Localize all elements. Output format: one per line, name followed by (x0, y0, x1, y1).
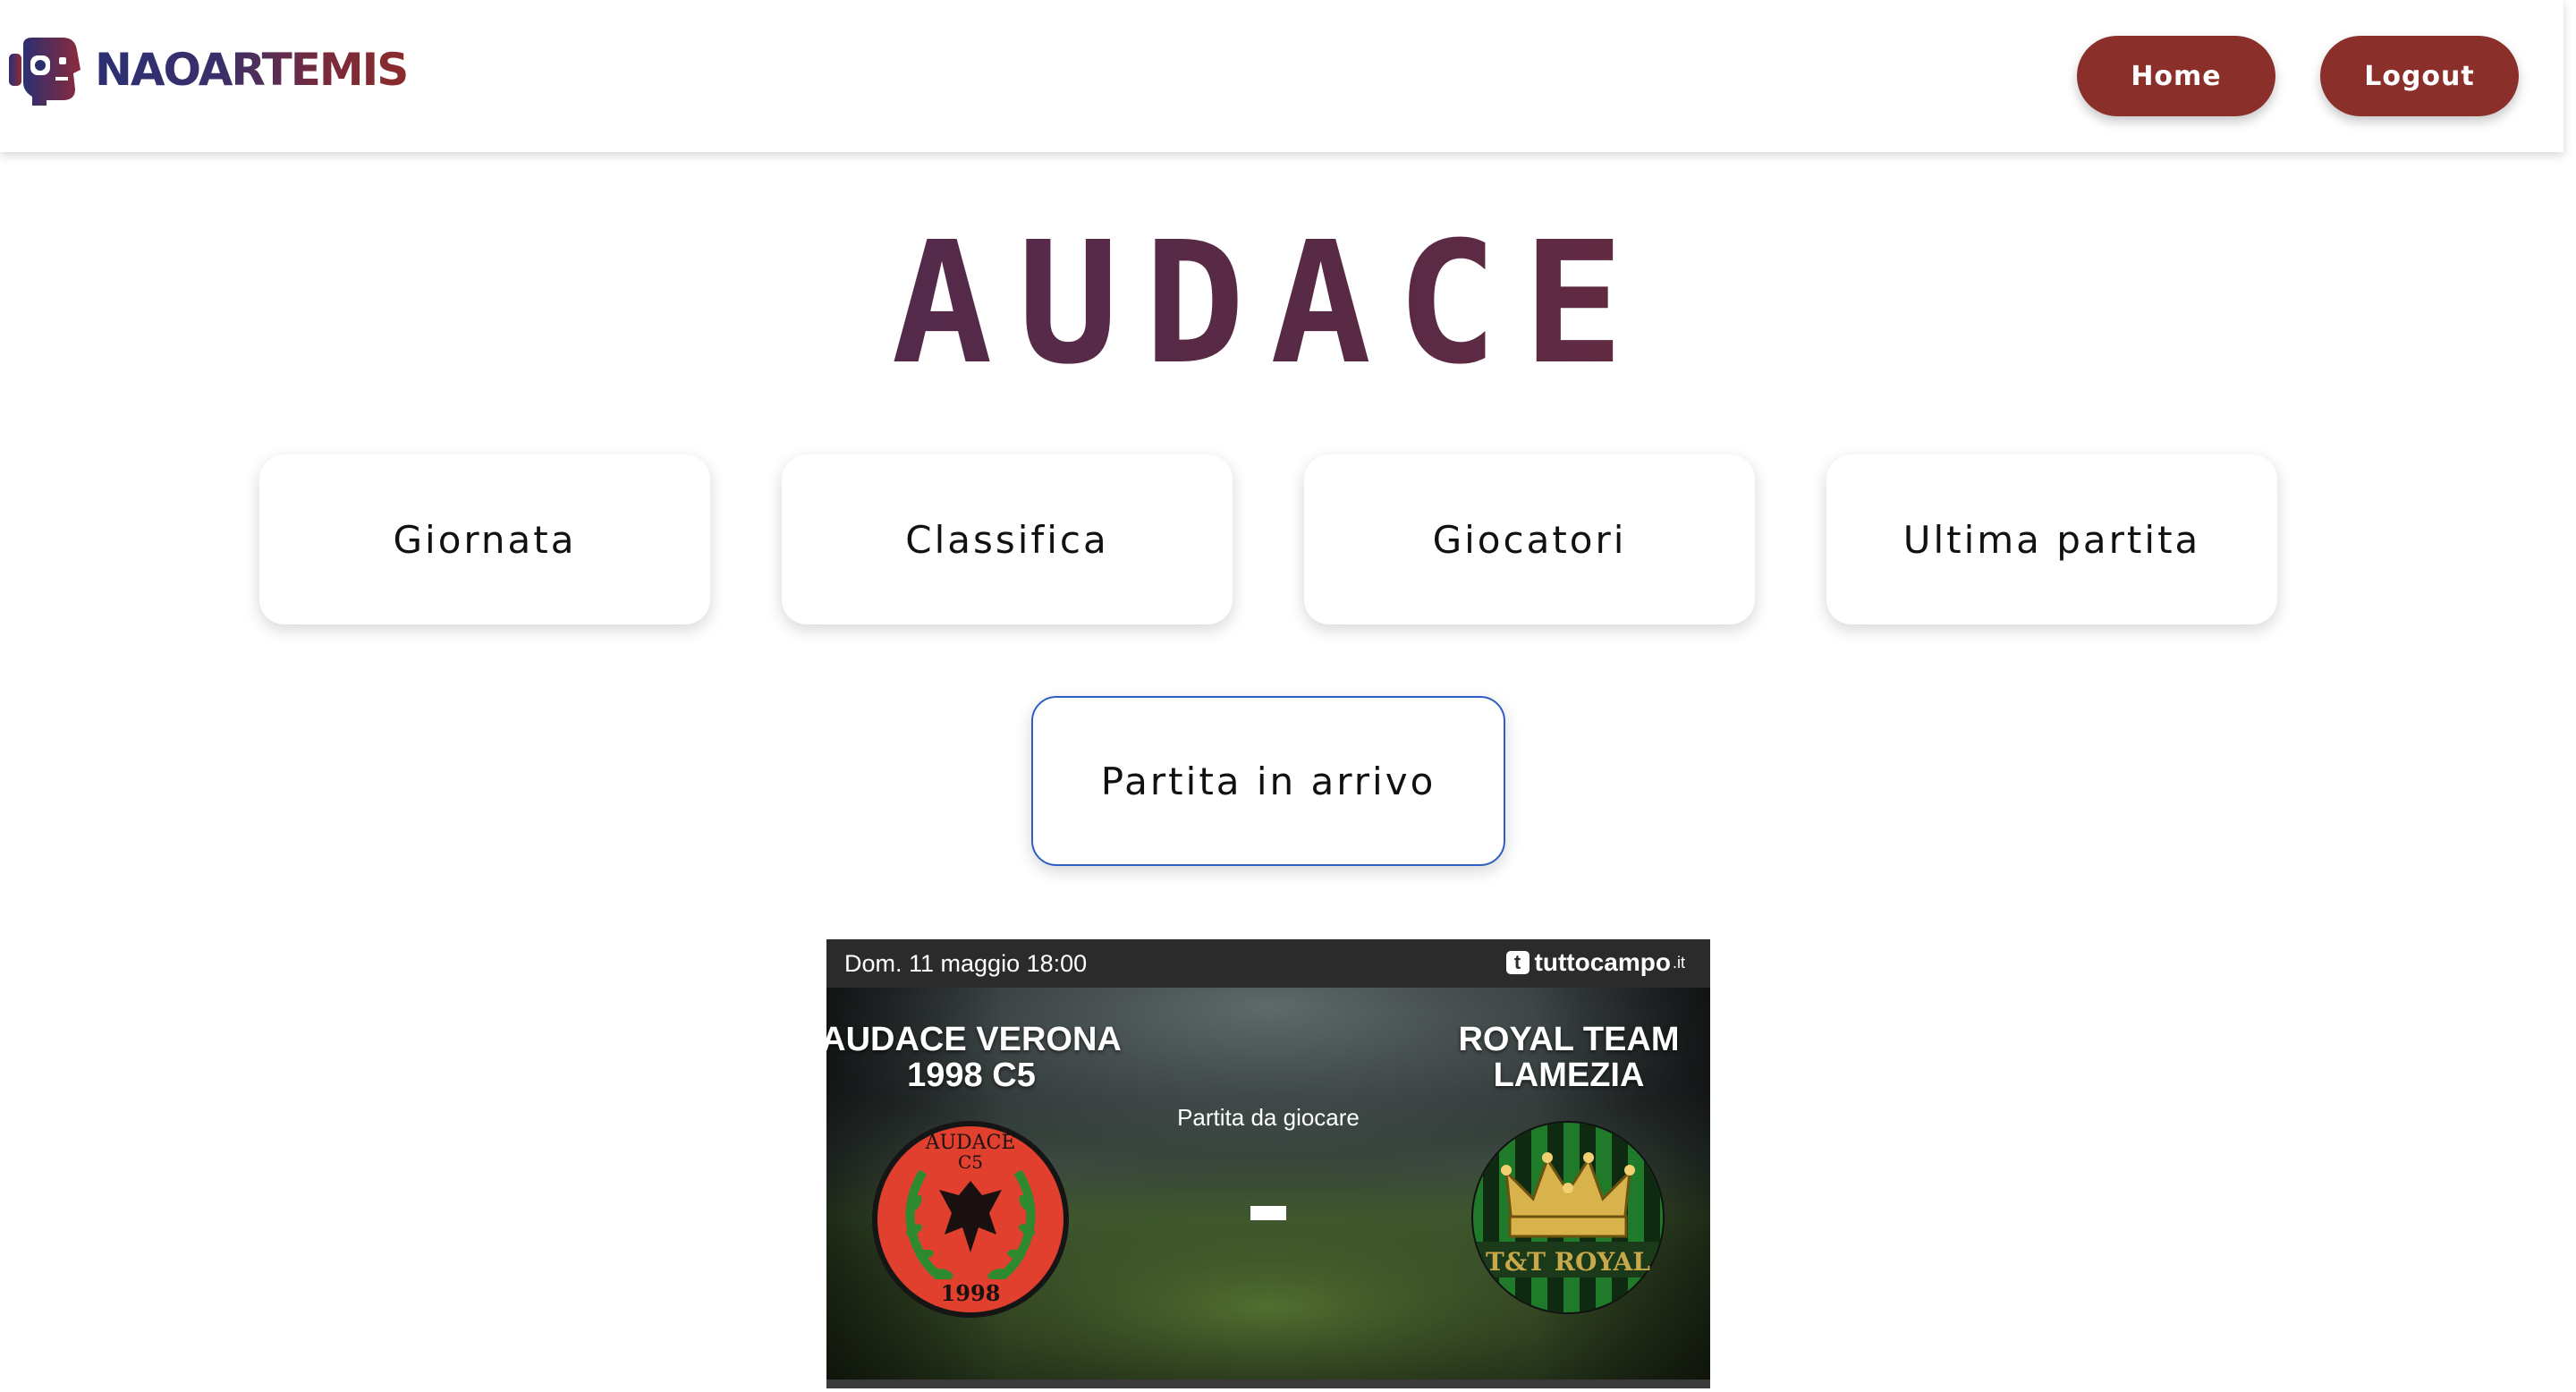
robot-head-logo-icon (9, 38, 80, 106)
widget-header: Dom. 11 maggio 18:00 t tuttocampo .it (826, 939, 1710, 988)
menu-card-label: Giornata (393, 517, 577, 562)
home-team-name: AUDACE VERONA 1998 C5 (826, 1021, 1122, 1094)
menu-card-classifica[interactable]: Classifica (782, 454, 1233, 624)
menu-card-ultima-partita[interactable]: Ultima partita (1826, 454, 2277, 624)
top-navbar: NAOARTEMIS Home Logout (0, 0, 2563, 152)
menu-card-label: Giocatori (1432, 517, 1627, 562)
crest-band-text: T&T ROYAL (1486, 1247, 1650, 1277)
logout-button[interactable]: Logout (2320, 36, 2519, 116)
brand-suffix: .it (1672, 954, 1685, 972)
menu-card-partita-in-arrivo[interactable]: Partita in arrivo (1031, 696, 1505, 866)
menu-card-giornata[interactable]: Giornata (259, 454, 710, 624)
menu-card-label: Partita in arrivo (1100, 759, 1436, 803)
away-team-name: ROYAL TEAM LAMEZIA (1458, 1021, 1680, 1094)
crest-year: 1998 (941, 1280, 1001, 1306)
page: NAOARTEMIS Home Logout AUDACE Giornata C… (0, 0, 2576, 1392)
home-button[interactable]: Home (2077, 36, 2275, 116)
tuttocampo-brand[interactable]: t tuttocampo .it (1505, 946, 1685, 979)
menu-card-giocatori[interactable]: Giocatori (1304, 454, 1755, 624)
page-title: AUDACE (0, 215, 2540, 394)
crest-sub-text: C5 (958, 1151, 983, 1173)
brand-name: tuttocampo (1534, 948, 1671, 976)
audace-crest-icon: AUDACE C5 1998 (872, 1121, 1069, 1318)
logo[interactable]: NAOARTEMIS (5, 34, 409, 106)
match-widget[interactable]: Dom. 11 maggio 18:00 t tuttocampo .it AU… (826, 939, 1710, 1388)
tuttocampo-logo-icon: t (1505, 951, 1530, 974)
score-separator (1250, 1206, 1286, 1220)
menu-card-label: Classifica (905, 517, 1109, 562)
logo-text: NAOARTEMIS (95, 34, 409, 106)
royal-team-crest-icon: T&T ROYAL (1471, 1121, 1665, 1314)
match-date: Dom. 11 maggio 18:00 (844, 950, 1088, 977)
menu-card-label: Ultima partita (1902, 517, 2201, 562)
